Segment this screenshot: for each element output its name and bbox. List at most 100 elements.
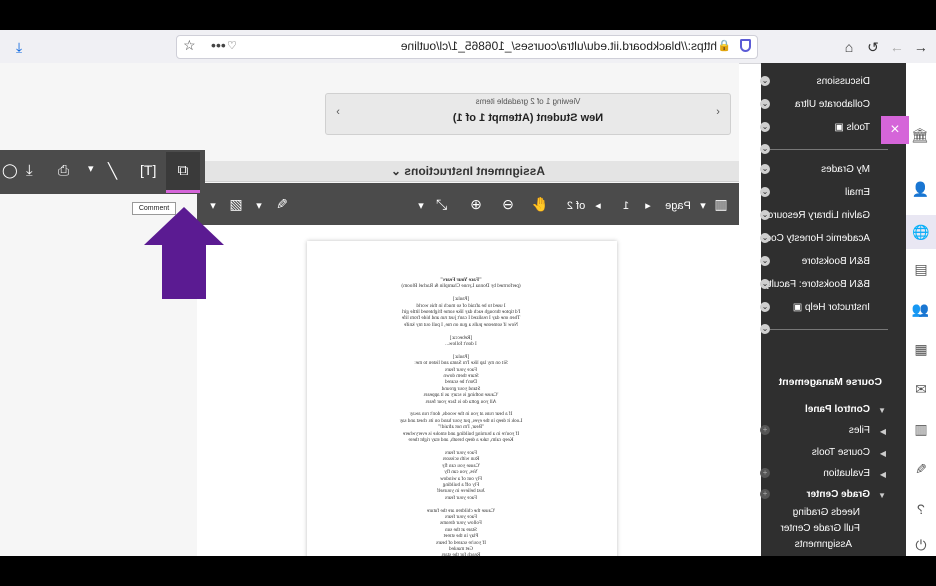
page-number-input[interactable]: 1 (611, 193, 641, 215)
menu-item-instructor-help[interactable]: Instructor Help ▣ (793, 302, 870, 313)
reload-icon[interactable]: ↻ (864, 38, 882, 56)
menu-item-grade-center[interactable]: Grade Center (807, 489, 870, 500)
zoom-out-icon[interactable]: ⊖ (495, 193, 521, 215)
mirrored-screen: ← → ↻ ⌂ 🔒 https://blackboard.iit.edu/ult… (0, 0, 936, 586)
course-menu: × Discussions ⌄ Collaborate Ultra ⌄ Tool… (752, 63, 909, 556)
image-icon[interactable]: ▨ (223, 193, 249, 215)
line-tool-icon[interactable]: ╲ (108, 162, 117, 180)
add-icon[interactable]: + (760, 425, 770, 435)
previous-page-icon[interactable]: ◂ (643, 193, 653, 215)
close-icon[interactable]: × (881, 116, 909, 144)
text-tool-icon[interactable]: [T] (140, 162, 156, 178)
student-attempt-name[interactable]: New Student (Attempt 1 of 1) (326, 112, 730, 124)
chevron-down-icon[interactable]: ⌄ (760, 122, 770, 132)
next-page-icon[interactable]: ▸ (593, 193, 603, 215)
zoom-in-icon[interactable]: ⊕ (463, 193, 489, 215)
globe-icon[interactable]: 🌐 (906, 215, 936, 249)
sidebar-toggle-icon[interactable]: ▥ (709, 193, 733, 215)
control-panel-link[interactable]: Control Panel (805, 404, 870, 415)
menu-item-bookstore[interactable]: B&N Bookstore (802, 256, 870, 267)
annotation-toolbar-left: ◯ ⤓ ⎙ ▾ ╲ [T] ⧉ (0, 150, 205, 194)
chevron-down-icon[interactable]: ⌄ (760, 233, 770, 243)
tools-icon[interactable]: ✎ (913, 461, 929, 477)
chevron-down-icon[interactable]: ⌄ (760, 76, 770, 86)
lock-icon[interactable]: 🔒 (717, 39, 731, 52)
next-student-icon[interactable]: › (326, 106, 350, 118)
messages-icon[interactable]: ✉ (913, 381, 929, 397)
menu-item-tools[interactable]: Tools ▣ (834, 122, 870, 133)
poem-text: "Face Your Fears" (performed by Donna Ly… (361, 277, 561, 556)
menu-item-library[interactable]: Galvin Library Resources (758, 210, 870, 221)
chevron-down-icon[interactable]: ⌄ (760, 210, 770, 220)
menu-item-collaborate[interactable]: Collaborate Ultra (795, 99, 870, 110)
chevron-down-icon[interactable]: ⌄ (760, 256, 770, 266)
document-canvas: "Face Your Fears" (performed by Donna Ly… (197, 225, 739, 556)
chevron-down-icon[interactable]: ▼ (878, 491, 886, 500)
divider-toggle-icon[interactable]: ⌄ (760, 144, 770, 154)
page-label-text: Page (665, 200, 691, 212)
grading-content: Viewing 1 of 2 gradable items New Studen… (0, 63, 739, 556)
chevron-down-icon[interactable]: ▼ (878, 406, 886, 415)
menu-item-my-grades[interactable]: My Grades (821, 164, 870, 175)
menu-item-honesty-code[interactable]: Academic Honesty Code (760, 233, 870, 244)
menu-item-evaluation[interactable]: Evaluation (823, 468, 870, 479)
chevron-down-icon[interactable]: ⌄ (760, 279, 770, 289)
ellipse-icon[interactable]: ◯ (2, 162, 18, 179)
menu-item-needs-grading[interactable]: Needs Grading (793, 507, 860, 518)
chevron-down-icon[interactable]: ⌄ (760, 164, 770, 174)
chevron-down-icon[interactable]: ⌄ (760, 187, 770, 197)
chevron-down-icon[interactable]: ▾ (253, 193, 265, 215)
profile-icon[interactable]: 👤 (912, 181, 929, 197)
chevron-down-icon[interactable]: ▾ (697, 193, 709, 215)
menu-item-full-grade-center[interactable]: Full Grade Center (781, 523, 860, 534)
home-icon[interactable]: ⌂ (840, 38, 858, 56)
url-bar[interactable]: 🔒 https://blackboard.iit.edu/ultra/cours… (176, 35, 758, 59)
institution-icon[interactable]: 🏛 (911, 127, 929, 143)
chevron-right-icon[interactable]: ▶ (880, 470, 886, 479)
pocket-icon[interactable]: ♡ (227, 39, 237, 52)
print-icon[interactable]: ⎙ (58, 162, 69, 179)
download-icon[interactable]: ⤓ (10, 38, 28, 56)
pan-hand-icon[interactable]: ✋ (527, 193, 553, 215)
courses-icon[interactable]: ▤ (913, 261, 929, 277)
menu-item-assignments[interactable]: Assignments (795, 539, 852, 550)
download-icon[interactable]: ⤓ (26, 162, 33, 179)
calendar-icon[interactable]: ▦ (913, 341, 929, 357)
menu-divider (770, 329, 888, 330)
arrow-left-icon[interactable]: ← (912, 38, 930, 56)
browser-toolbar: ← → ↻ ⌂ 🔒 https://blackboard.iit.edu/ult… (0, 30, 936, 64)
menu-item-discussions[interactable]: Discussions (817, 76, 870, 87)
previous-student-icon[interactable]: ‹ (706, 106, 730, 118)
comment-tool-button[interactable]: ⧉ (166, 152, 200, 193)
chevron-right-icon[interactable]: ▶ (880, 449, 886, 458)
groups-icon[interactable]: 👥 (912, 301, 929, 317)
assignment-instructions-toggle[interactable]: Assignment Instructions ⌄ (197, 161, 739, 182)
menu-item-email[interactable]: Email (845, 187, 870, 198)
menu-item-course-tools[interactable]: Course Tools (812, 447, 870, 458)
chevron-down-icon[interactable]: ⌄ (760, 99, 770, 109)
browser-window: ← → ↻ ⌂ 🔒 https://blackboard.iit.edu/ult… (0, 30, 936, 556)
fit-page-icon[interactable]: ⤢ (429, 193, 455, 215)
chevron-down-icon[interactable]: ▾ (415, 193, 427, 215)
logout-icon[interactable]: ⏻ (913, 537, 929, 553)
course-management-title: Course Management (778, 376, 882, 388)
bookmark-star-icon[interactable]: ☆ (183, 37, 196, 54)
add-icon[interactable]: + (760, 468, 770, 478)
tracking-shield-icon[interactable] (740, 39, 751, 52)
annotation-toolbar: ▥ ▾ Page ◂ 1 ▸ of 2 ✋ ⊖ ⊕ ⤢ ▾ ✎ ▾ ▨ ▾ (197, 183, 739, 225)
menu-divider (770, 149, 888, 150)
page-label: Page (663, 193, 693, 215)
page-actions-icon[interactable]: ••• (211, 37, 226, 53)
chevron-right-icon[interactable]: ▶ (880, 427, 886, 436)
menu-item-files[interactable]: Files (849, 425, 870, 436)
help-icon[interactable]: ? (913, 501, 929, 517)
chevron-down-icon[interactable]: ⌄ (760, 302, 770, 312)
divider-toggle-icon[interactable]: ⌄ (760, 324, 770, 334)
grades-icon[interactable]: ▥ (913, 421, 929, 437)
add-icon[interactable]: + (760, 489, 770, 499)
arrow-right-icon[interactable]: → (888, 38, 906, 56)
url-text[interactable]: https://blackboard.iit.edu/ultra/courses… (401, 39, 717, 53)
pencil-draw-icon[interactable]: ✎ (269, 193, 295, 215)
pointer-arrow (144, 207, 224, 299)
chevron-down-icon[interactable]: ▾ (88, 162, 94, 175)
